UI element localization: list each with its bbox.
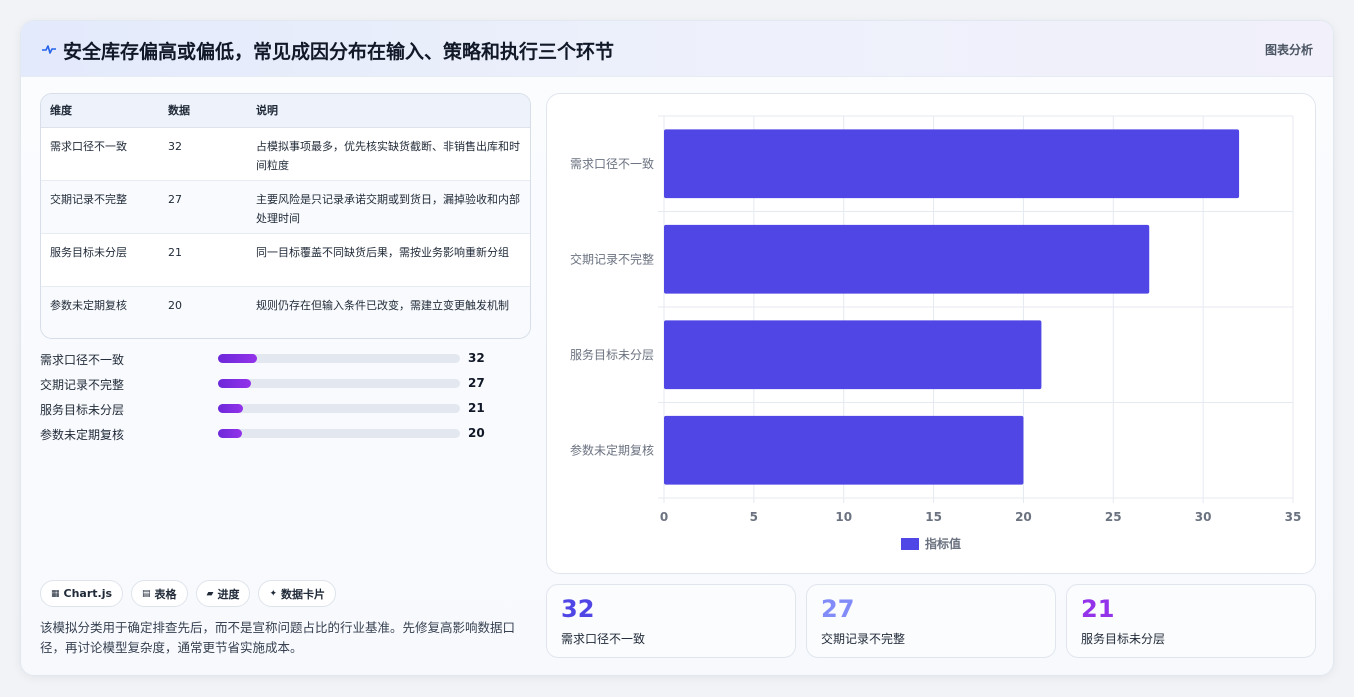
x-tick-label: 35: [1285, 510, 1302, 524]
progress-row: 需求口径不一致 32: [40, 349, 510, 374]
y-tick-label: 需求口径不一致: [570, 157, 654, 171]
table-cell-description: 规则仍存在但输入条件已改变，需建立变更触发机制: [256, 298, 509, 312]
stat-value: 32: [561, 595, 595, 623]
y-tick-label: 交期记录不完整: [570, 251, 654, 266]
table-cell-data: 21: [159, 233, 247, 287]
bar-chart: 0 5 10 15 20 25 30 35 需求口径不一致交期记录不完整服务目标未分层参数未定期…: [570, 115, 1302, 551]
table-cell-dimension: 服务目标未分层: [41, 233, 159, 287]
pulse-icon: [42, 45, 56, 54]
stat-label: 需求口径不一致: [561, 632, 646, 646]
progress-track: [218, 429, 460, 438]
progress-fill: [218, 404, 244, 413]
progress-row: 交期记录不完整 27: [40, 374, 510, 399]
progress-row: 服务目标未分层 21: [40, 399, 510, 424]
progress-track: [218, 379, 460, 388]
table-cell-dimension: 交期记录不完整: [41, 180, 159, 234]
progress-row: 参数未定期复核 20: [40, 424, 510, 449]
bar: [664, 415, 1024, 485]
column-header-data: 数据: [159, 94, 247, 128]
table-header-row: 维度 数据 说明: [41, 94, 530, 128]
table-row: 需求口径不一致 32 占模拟事项最多，优先核实缺货截断、非销售出库和时间粒度: [41, 127, 530, 181]
chip-data-card[interactable]: ✦ 数据卡片: [258, 580, 337, 607]
x-tick-label: 5: [750, 510, 758, 524]
chip-label: Chart.js: [63, 587, 113, 600]
chip-progress[interactable]: ▰ 进度: [195, 580, 251, 607]
x-tick-label: 25: [1105, 510, 1122, 524]
card-header: 安全库存偏高或偏低，常见成因分布在输入、策略和执行三个环节 图表分析: [21, 21, 1333, 77]
chip-label: 进度: [217, 587, 240, 601]
data-table: 维度 数据 说明 需求口径不一致 32 占模拟事项最多，优先核实缺货截断、非销售…: [40, 93, 531, 339]
x-tick-label: 0: [660, 510, 668, 524]
table-cell-description: 主要风险是只记录承诺交期或到货日，漏掉验收和内部处理时间: [247, 180, 530, 234]
progress-label: 参数未定期复核: [40, 428, 125, 442]
chip-chartjs[interactable]: ▦ Chart.js: [40, 580, 124, 607]
progress-label: 交期记录不完整: [40, 378, 125, 392]
table-cell-data: 27: [159, 180, 247, 234]
table-cell-description: 占模拟事项最多，优先核实缺货截断、非销售出库和时间粒度: [247, 127, 530, 181]
legend-label: 指标值: [925, 536, 961, 551]
progress-value: 21: [468, 401, 485, 415]
stat-label: 交期记录不完整: [821, 632, 906, 646]
table-row: 参数未定期复核 20 规则仍存在但输入条件已改变，需建立变更触发机制: [41, 286, 530, 338]
bar: [664, 129, 1240, 199]
x-tick-label: 20: [1015, 510, 1032, 524]
bar: [664, 224, 1150, 294]
table-cell-data: 32: [159, 127, 247, 181]
table-row: 交期记录不完整 27 主要风险是只记录承诺交期或到货日，漏掉验收和内部处理时间: [41, 180, 530, 234]
bar-chart-panel: 0 5 10 15 20 25 30 35 需求口径不一致 交期记录不完整 服务目标未分层 参数未定期…: [546, 93, 1316, 574]
progress-value: 20: [468, 426, 485, 440]
progress-value: 27: [468, 376, 485, 390]
sparkle-icon: ✦: [269, 588, 278, 599]
progress-list: 需求口径不一致 32 交期记录不完整 27 服务目标未分层 21 参数未定期复核…: [40, 349, 510, 449]
chart-icon: ▦: [51, 588, 60, 599]
progress-track: [218, 354, 460, 363]
progress-fill: [218, 429, 243, 438]
y-tick-label: 参数未定期复核: [570, 442, 654, 457]
table-cell-dimension: 需求口径不一致: [41, 127, 159, 181]
stat-card: 32 需求口径不一致: [546, 584, 796, 658]
progress-fill: [218, 354, 257, 363]
progress-track: [218, 404, 460, 413]
table-icon: ▤: [142, 588, 151, 599]
progress-icon: ▰: [206, 588, 214, 599]
table-row: 服务目标未分层 21 同一目标覆盖不同缺货后果，需按业务影响重新分组: [41, 233, 530, 287]
stat-label: 服务目标未分层: [1081, 632, 1166, 646]
legend-swatch: [901, 538, 919, 550]
page-title: 安全库存偏高或偏低，常见成因分布在输入、策略和执行三个环节: [63, 41, 615, 63]
stat-value: 21: [1081, 595, 1115, 623]
progress-value: 32: [468, 351, 485, 365]
tag-chips: ▦ Chart.js ▤ 表格 ▰ 进度 ✦ 数据卡片: [40, 580, 337, 607]
x-tick-label: 10: [835, 510, 852, 524]
progress-label: 服务目标未分层: [40, 403, 125, 417]
progress-fill: [218, 379, 251, 388]
stat-value: 27: [821, 595, 855, 623]
column-header-dimension: 维度: [41, 94, 159, 128]
stat-card: 27 交期记录不完整: [806, 584, 1056, 658]
analysis-card: 安全库存偏高或偏低，常见成因分布在输入、策略和执行三个环节 图表分析 维度 数据…: [20, 20, 1334, 676]
y-tick-label: 服务目标未分层: [570, 347, 654, 362]
footnote: 该模拟分类用于确定排查先后，而不是宣称问题占比的行业基准。先修复高影响数据口径，…: [40, 620, 516, 655]
chart-analysis-tag: 图表分析: [1264, 43, 1313, 57]
table-cell-description: 同一目标覆盖不同缺货后果，需按业务影响重新分组: [247, 233, 530, 287]
chip-table[interactable]: ▤ 表格: [131, 580, 188, 607]
x-tick-label: 30: [1195, 510, 1212, 524]
chip-label: 数据卡片: [281, 587, 326, 601]
column-header-description: 说明: [247, 94, 530, 128]
progress-label: 需求口径不一致: [40, 353, 125, 367]
x-tick-label: 15: [925, 510, 942, 524]
table-cell-data: 20: [168, 298, 182, 312]
table-cell-dimension: 参数未定期复核: [50, 298, 127, 312]
chip-label: 表格: [154, 587, 177, 601]
stat-card: 21 服务目标未分层: [1066, 584, 1316, 658]
bar: [664, 320, 1042, 390]
